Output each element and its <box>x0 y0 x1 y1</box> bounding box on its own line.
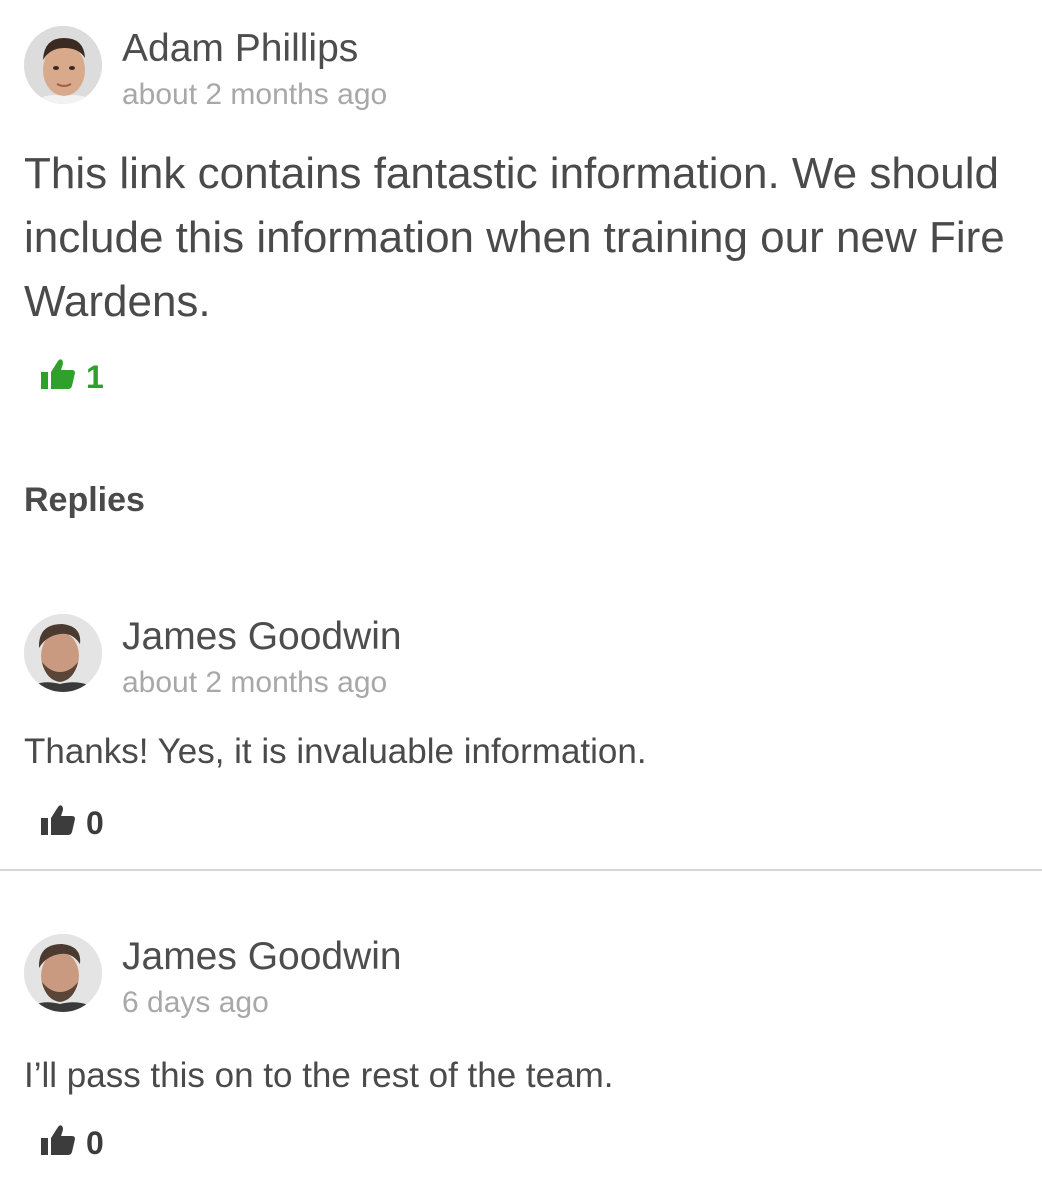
avatar-portrait-icon <box>24 26 102 104</box>
avatar-portrait-icon <box>24 614 102 692</box>
avatar[interactable] <box>24 934 102 1012</box>
timestamp: about 2 months ago <box>122 666 388 699</box>
divider <box>0 869 1042 871</box>
like-count: 0 <box>86 804 104 841</box>
author-name[interactable]: James Goodwin <box>122 614 402 660</box>
avatar-portrait-icon <box>24 934 102 1012</box>
timestamp: 6 days ago <box>122 986 269 1019</box>
author-name[interactable]: Adam Phillips <box>122 26 387 72</box>
avatar[interactable] <box>24 26 102 104</box>
reply-meta: James Goodwin 6 days ago <box>122 934 402 1022</box>
thumbs-up-icon <box>40 358 76 395</box>
comment-header: Adam Phillips about 2 months ago <box>24 26 387 114</box>
thumbs-up-icon <box>40 1124 76 1161</box>
author-name[interactable]: James Goodwin <box>122 934 402 980</box>
reply-meta: James Goodwin about 2 months ago <box>122 614 402 702</box>
timestamp: about 2 months ago <box>122 78 388 111</box>
like-button[interactable]: 0 <box>40 1124 104 1161</box>
avatar[interactable] <box>24 614 102 692</box>
reply-header: James Goodwin 6 days ago <box>24 934 402 1022</box>
like-button[interactable]: 1 <box>40 358 104 395</box>
comment-meta: Adam Phillips about 2 months ago <box>122 26 387 114</box>
reply-header: James Goodwin about 2 months ago <box>24 614 402 702</box>
reply-body: I’ll pass this on to the rest of the tea… <box>24 1056 614 1095</box>
reply-body: Thanks! Yes, it is invaluable informatio… <box>24 732 647 771</box>
replies-heading: Replies <box>24 481 145 519</box>
thumbs-up-icon <box>40 804 76 841</box>
comment-body: This link contains fantastic information… <box>24 149 1005 326</box>
like-button[interactable]: 0 <box>40 804 104 841</box>
comment-thread: Adam Phillips about 2 months ago This li… <box>0 0 1042 1184</box>
like-count: 1 <box>86 358 104 395</box>
like-count: 0 <box>86 1124 104 1161</box>
